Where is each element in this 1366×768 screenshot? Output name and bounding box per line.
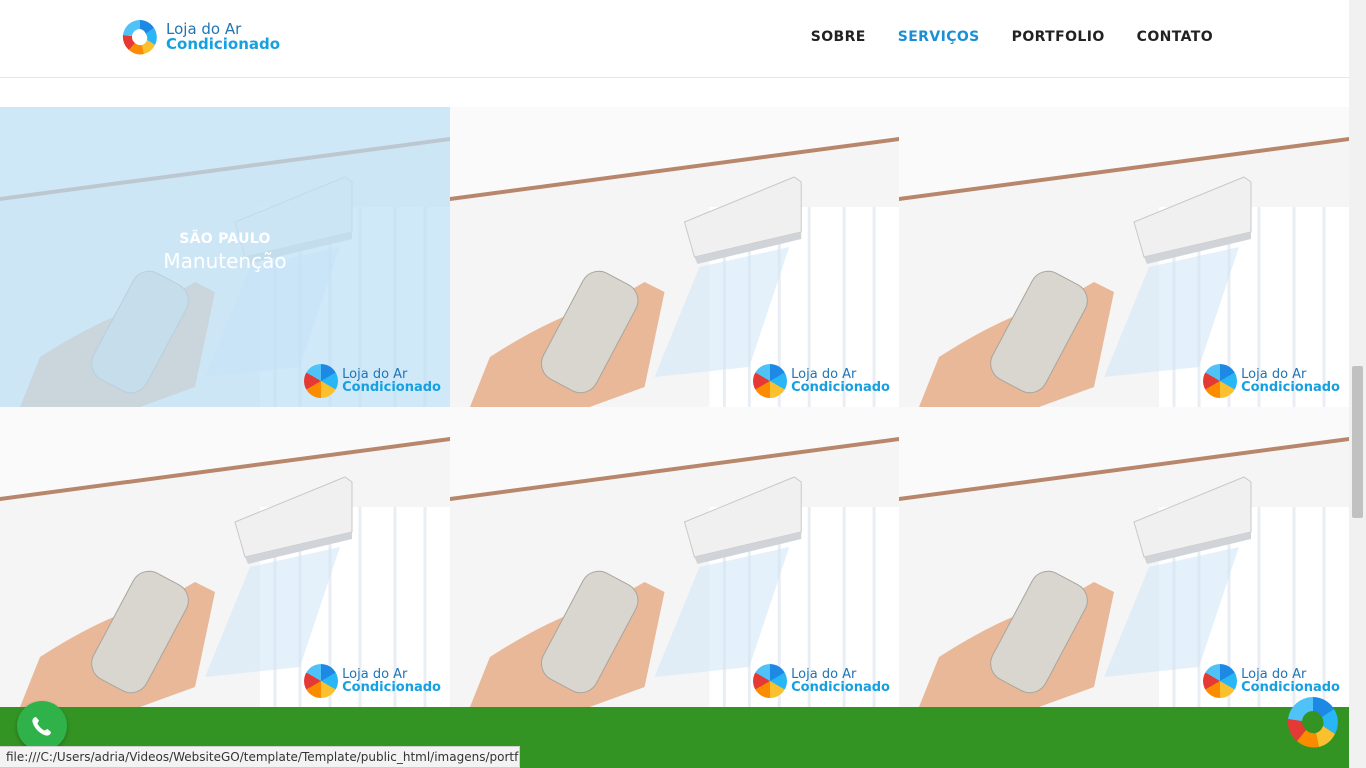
page-scrollbar[interactable]	[1349, 0, 1366, 768]
main-nav: SOBRE SERVIÇOS PORTFOLIO CONTATO	[811, 29, 1213, 45]
portfolio-item-6[interactable]: Loja do Ar Condicionado	[899, 407, 1349, 707]
watermark-line1: Loja do Ar	[1241, 366, 1307, 382]
watermark-line1: Loja do Ar	[342, 666, 408, 682]
portfolio-item-3[interactable]: Loja do Ar Condicionado	[899, 107, 1349, 407]
watermark-line2: Condicionado	[791, 379, 890, 395]
caption-city: SÃO PAULO	[179, 231, 271, 247]
site-header: Loja do Ar Condicionado SOBRE SERVIÇOS P…	[0, 0, 1349, 78]
portfolio-item-1[interactable]: SÃO PAULO Manutenção Loja do Ar Condicion…	[0, 107, 450, 407]
swirl-logo-icon	[753, 364, 788, 398]
brand-name-line2: Condicionado	[166, 35, 281, 53]
watermark-logo: Loja do Ar Condicionado	[753, 664, 890, 698]
air-conditioner-photo	[899, 407, 1349, 707]
phone-icon	[32, 717, 51, 736]
watermark-logo: Loja do Ar Condicionado	[1203, 664, 1340, 698]
swirl-logo-icon	[122, 19, 157, 55]
swirl-logo-icon[interactable]	[1285, 694, 1341, 750]
watermark-logo: Loja do Ar Condicionado	[304, 664, 441, 698]
watermark-logo: Loja do Ar Condicionado	[753, 364, 890, 398]
nav-sobre[interactable]: SOBRE	[811, 29, 866, 45]
portfolio-caption: SÃO PAULO Manutenção	[0, 231, 450, 273]
watermark-line1: Loja do Ar	[791, 666, 857, 682]
swirl-logo-icon	[304, 664, 339, 698]
watermark-line1: Loja do Ar	[791, 366, 857, 382]
watermark-line1: Loja do Ar	[1241, 666, 1307, 682]
watermark-logo: Loja do Ar Condicionado	[1203, 364, 1340, 398]
brand-logo[interactable]: Loja do Ar Condicionado	[120, 17, 280, 57]
nav-servicos[interactable]: SERVIÇOS	[898, 29, 980, 45]
watermark-logo: Loja do Ar Condicionado	[304, 364, 441, 398]
caption-service: Manutenção	[163, 249, 287, 273]
swirl-logo-icon	[753, 664, 788, 698]
nav-portfolio[interactable]: PORTFOLIO	[1012, 29, 1105, 45]
watermark-line1: Loja do Ar	[342, 366, 408, 382]
watermark-line2: Condicionado	[791, 679, 890, 695]
swirl-logo-icon	[1203, 664, 1238, 698]
portfolio-grid: SÃO PAULO Manutenção Loja do Ar Condicion…	[0, 107, 1349, 707]
whatsapp-button[interactable]	[17, 701, 67, 751]
watermark-line2: Condicionado	[1241, 679, 1340, 695]
air-conditioner-photo	[899, 107, 1349, 407]
portfolio-item-5[interactable]: Loja do Ar Condicionado	[450, 407, 899, 707]
air-conditioner-photo	[450, 407, 899, 707]
nav-contato[interactable]: CONTATO	[1137, 29, 1213, 45]
watermark-line2: Condicionado	[342, 379, 441, 395]
watermark-line2: Condicionado	[342, 679, 441, 695]
scrollbar-thumb[interactable]	[1352, 366, 1363, 518]
air-conditioner-photo	[450, 107, 899, 407]
portfolio-item-2[interactable]: Loja do Ar Condicionado	[450, 107, 899, 407]
swirl-logo-icon	[1203, 364, 1238, 398]
watermark-line2: Condicionado	[1241, 379, 1340, 395]
portfolio-item-4[interactable]: Loja do Ar Condicionado	[0, 407, 450, 707]
swirl-logo-icon	[304, 364, 339, 398]
air-conditioner-photo	[0, 407, 450, 707]
status-bar-url: file:///C:/Users/adria/Videos/WebsiteGO/…	[0, 746, 520, 768]
